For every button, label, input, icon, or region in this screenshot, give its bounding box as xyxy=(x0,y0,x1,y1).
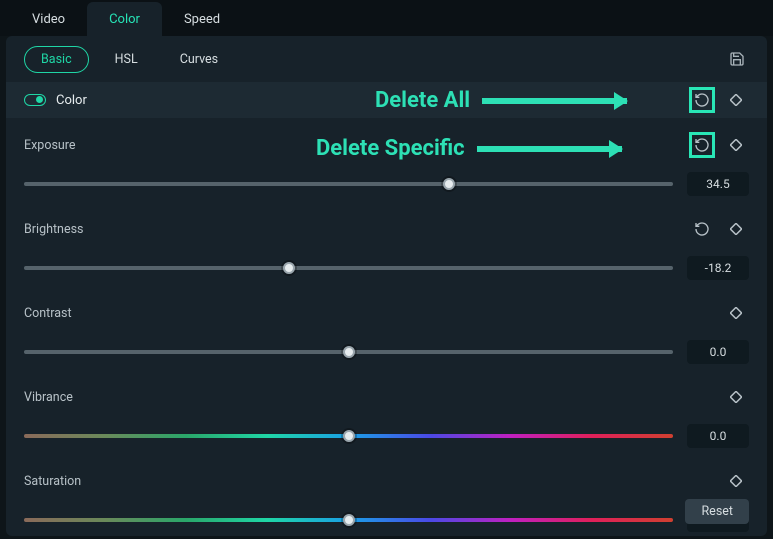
diamond-icon xyxy=(730,391,742,403)
brightness-slider[interactable] xyxy=(24,266,673,270)
diamond-icon xyxy=(730,139,742,151)
keyframe-brightness-button[interactable] xyxy=(723,216,749,242)
save-icon xyxy=(729,51,745,67)
brightness-thumb[interactable] xyxy=(283,262,295,274)
tab-video[interactable]: Video xyxy=(10,2,87,36)
exposure-slider[interactable] xyxy=(24,182,673,186)
reset-icon xyxy=(694,137,710,153)
tab-speed[interactable]: Speed xyxy=(162,2,242,36)
contrast-value[interactable]: 0.0 xyxy=(687,340,749,364)
save-preset-button[interactable] xyxy=(725,47,749,71)
saturation-label: Saturation xyxy=(24,474,81,489)
param-exposure: Exposure 34.5 xyxy=(6,118,767,202)
brightness-label: Brightness xyxy=(24,222,84,237)
reset-icon xyxy=(694,92,710,108)
color-panel: Basic HSL Curves Color Exposure xyxy=(6,36,767,536)
diamond-icon xyxy=(730,475,742,487)
keyframe-all-button[interactable] xyxy=(723,87,749,113)
reset-button[interactable]: Reset xyxy=(685,499,749,524)
keyframe-contrast-button[interactable] xyxy=(723,300,749,326)
param-saturation: Saturation 0.0 xyxy=(6,454,767,538)
exposure-value[interactable]: 34.5 xyxy=(687,172,749,196)
sub-tabs: Basic HSL Curves xyxy=(6,36,767,82)
subtab-curves[interactable]: Curves xyxy=(164,47,234,72)
vibrance-slider[interactable] xyxy=(24,434,673,438)
vibrance-value[interactable]: 0.0 xyxy=(687,424,749,448)
exposure-thumb[interactable] xyxy=(443,178,455,190)
contrast-slider[interactable] xyxy=(24,350,673,354)
reset-exposure-button[interactable] xyxy=(689,132,715,158)
contrast-label: Contrast xyxy=(24,306,72,321)
keyframe-exposure-button[interactable] xyxy=(723,132,749,158)
reset-brightness-button[interactable] xyxy=(689,216,715,242)
color-toggle[interactable] xyxy=(24,94,46,106)
vibrance-thumb[interactable] xyxy=(343,430,355,442)
subtab-basic[interactable]: Basic xyxy=(24,46,89,73)
brightness-value[interactable]: -18.2 xyxy=(687,256,749,280)
vibrance-label: Vibrance xyxy=(24,390,73,405)
main-tabs: Video Color Speed xyxy=(0,0,773,36)
param-contrast: Contrast 0.0 xyxy=(6,286,767,370)
contrast-thumb[interactable] xyxy=(343,346,355,358)
exposure-label: Exposure xyxy=(24,138,76,153)
diamond-icon xyxy=(730,223,742,235)
param-brightness: Brightness -18.2 xyxy=(6,202,767,286)
color-section-label: Color xyxy=(56,93,87,108)
saturation-slider[interactable] xyxy=(24,518,673,522)
reset-icon xyxy=(694,221,710,237)
subtab-hsl[interactable]: HSL xyxy=(99,47,154,72)
tab-color[interactable]: Color xyxy=(87,2,162,36)
keyframe-saturation-button[interactable] xyxy=(723,468,749,494)
saturation-thumb[interactable] xyxy=(343,514,355,526)
diamond-icon xyxy=(730,94,742,106)
reset-all-button[interactable] xyxy=(689,87,715,113)
keyframe-vibrance-button[interactable] xyxy=(723,384,749,410)
diamond-icon xyxy=(730,307,742,319)
param-vibrance: Vibrance 0.0 xyxy=(6,370,767,454)
color-section-header: Color xyxy=(6,82,767,118)
